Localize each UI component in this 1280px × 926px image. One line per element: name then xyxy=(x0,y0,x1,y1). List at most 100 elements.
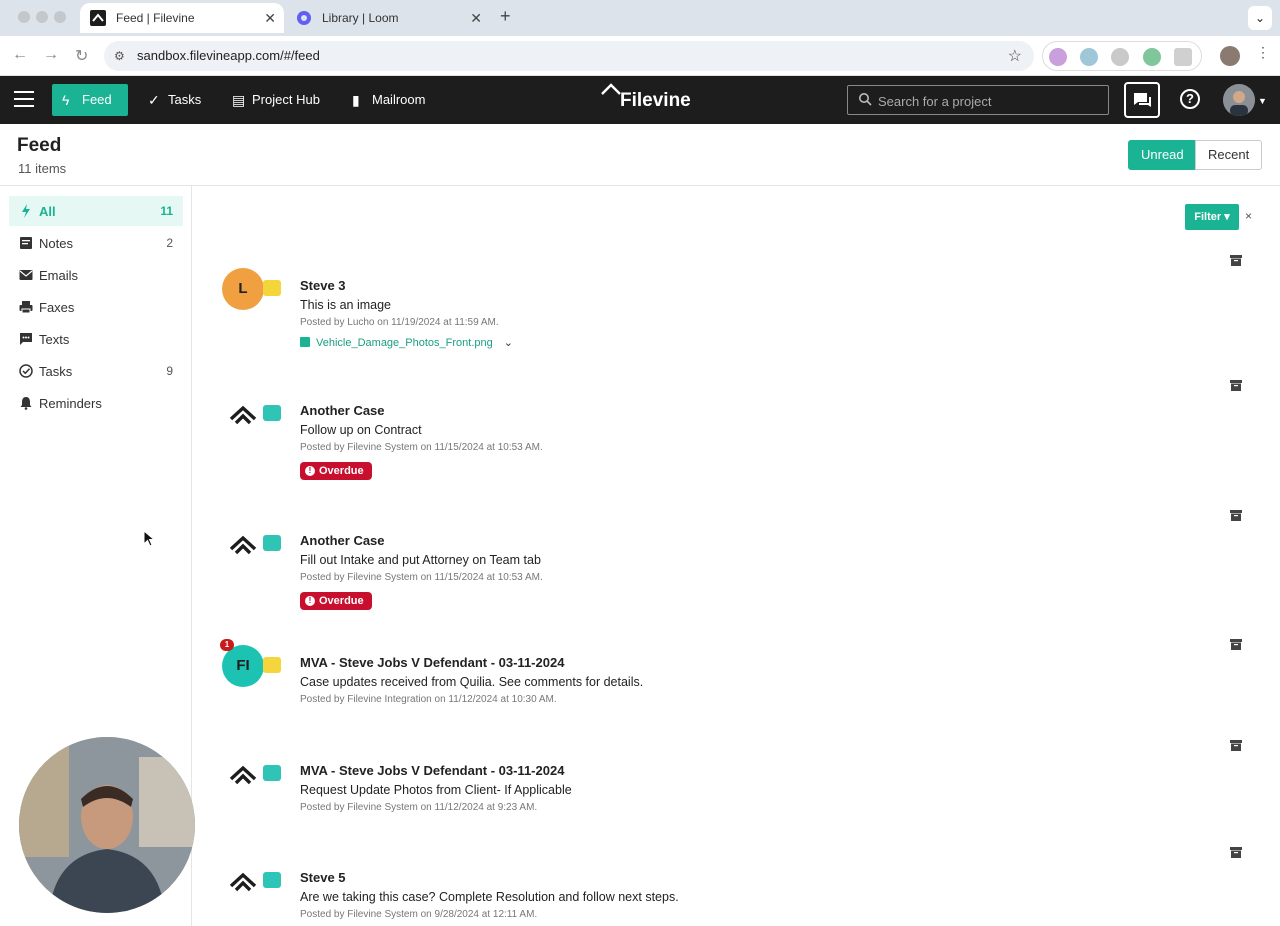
check-circle-icon xyxy=(19,364,33,378)
overdue-label: Overdue xyxy=(319,465,364,477)
sidebar-item-label: Notes xyxy=(39,236,73,251)
archive-icon[interactable] xyxy=(1230,639,1242,650)
tab-feed-filevine[interactable]: Feed | Filevine ✕ xyxy=(80,3,284,33)
extension-icon[interactable] xyxy=(1049,48,1067,66)
sidebar-item-all[interactable]: All 11 xyxy=(9,196,183,226)
forward-arrow-icon[interactable]: → xyxy=(43,46,59,64)
feed-item-title[interactable]: Steve 5 xyxy=(300,870,346,885)
archive-icon[interactable] xyxy=(1230,380,1242,391)
browser-address-bar: ← → ↻ ⚙ sandbox.filevineapp.com/#/feed ☆… xyxy=(0,36,1280,76)
nav-feed[interactable]: ϟ Feed xyxy=(52,84,128,116)
feed-item-title[interactable]: Another Case xyxy=(300,533,385,548)
feed-item-body: Case updates received from Quilia. See c… xyxy=(300,675,644,689)
sidebar-item-texts[interactable]: Texts xyxy=(9,324,183,354)
site-settings-icon[interactable]: ⚙ xyxy=(114,49,125,63)
close-icon[interactable]: ✕ xyxy=(470,3,482,33)
window-close-dot[interactable] xyxy=(18,11,30,23)
browser-tab-bar: Feed | Filevine ✕ Library | Loom ✕ + ⌄ xyxy=(0,0,1280,36)
filter-button[interactable]: Filter ▾ xyxy=(1185,204,1239,230)
feed-item-title[interactable]: Steve 3 xyxy=(300,278,346,293)
sidebar-item-reminders[interactable]: Reminders xyxy=(9,388,183,418)
archive-icon[interactable] xyxy=(1230,847,1242,858)
feed-item-meta: Posted by Filevine System on 11/15/2024 … xyxy=(300,572,543,583)
bolt-icon xyxy=(22,204,30,218)
nav-mailroom-label: Mailroom xyxy=(372,92,426,107)
unread-toggle-button[interactable]: Unread xyxy=(1128,140,1197,170)
project-search[interactable] xyxy=(847,85,1109,115)
mailbox-icon: ▮ xyxy=(352,92,360,108)
window-minimize-dot[interactable] xyxy=(36,11,48,23)
close-icon[interactable]: ✕ xyxy=(264,3,276,33)
filevine-logo-avatar-icon xyxy=(222,860,264,902)
archive-icon[interactable] xyxy=(1230,510,1242,521)
feed-item-meta: Posted by Filevine System on 11/12/2024 … xyxy=(300,802,538,813)
hamburger-menu-icon[interactable] xyxy=(14,91,34,109)
sidebar-item-count: 11 xyxy=(160,204,173,218)
feed-item-body: Request Update Photos from Client- If Ap… xyxy=(300,783,572,797)
browser-profile-avatar[interactable] xyxy=(1220,46,1240,66)
search-icon xyxy=(859,93,872,106)
sidebar-item-label: Emails xyxy=(39,268,79,283)
sidebar-item-label: Tasks xyxy=(39,364,73,379)
sidebar-item-tasks[interactable]: Tasks 9 xyxy=(9,356,183,386)
nav-tasks[interactable]: ✓ Tasks xyxy=(138,84,213,116)
chat-button[interactable] xyxy=(1124,82,1160,118)
browser-menu-icon[interactable]: ⋮ xyxy=(1256,44,1270,61)
sidebar-item-notes[interactable]: Notes 2 xyxy=(9,228,183,258)
brand-name: Filevine xyxy=(620,90,691,111)
feed-item-meta: Posted by Filevine System on 11/15/2024 … xyxy=(300,442,543,453)
new-tab-plus-icon[interactable]: + xyxy=(500,6,511,27)
sidebar-item-count: 2 xyxy=(166,236,173,250)
chevron-down-icon[interactable]: ⌄ xyxy=(504,337,513,349)
filevine-logo-avatar-icon xyxy=(222,753,264,795)
sidebar-item-label: All xyxy=(39,204,56,219)
text-message-icon xyxy=(20,333,32,345)
archive-icon[interactable] xyxy=(1230,740,1242,751)
note-type-icon xyxy=(263,657,281,673)
extension-icon[interactable] xyxy=(1143,48,1161,66)
alert-icon: ! xyxy=(305,596,315,606)
unread-count-badge: 1 xyxy=(220,639,234,651)
tab-title: Library | Loom xyxy=(322,11,399,25)
url-omnibox[interactable]: ⚙ sandbox.filevineapp.com/#/feed ☆ xyxy=(104,41,1034,71)
reload-icon[interactable]: ↻ xyxy=(75,46,88,66)
tab-search-chevron-icon[interactable]: ⌄ xyxy=(1248,6,1272,30)
feed-item-title[interactable]: MVA - Steve Jobs V Defendant - 03-11-202… xyxy=(300,655,564,670)
bolt-icon: ϟ xyxy=(62,92,70,108)
recent-toggle-button[interactable]: Recent xyxy=(1195,140,1263,170)
overdue-badge: ! Overdue xyxy=(300,462,372,480)
tab-library-loom[interactable]: Library | Loom ✕ xyxy=(286,3,490,33)
sidebar-item-label: Faxes xyxy=(39,300,75,315)
url-text[interactable]: sandbox.filevineapp.com/#/feed xyxy=(137,48,320,63)
sidebar-item-faxes[interactable]: Faxes xyxy=(9,292,183,322)
printer-icon xyxy=(19,301,33,314)
search-input[interactable] xyxy=(878,91,1098,111)
loom-favicon-icon xyxy=(297,11,311,25)
feed-item-title[interactable]: MVA - Steve Jobs V Defendant - 03-11-202… xyxy=(300,763,564,778)
window-zoom-dot[interactable] xyxy=(54,11,66,23)
back-arrow-icon[interactable]: ← xyxy=(12,46,28,64)
sidebar-item-emails[interactable]: Emails xyxy=(9,260,183,290)
attachment-filename[interactable]: Vehicle_Damage_Photos_Front.png xyxy=(316,337,493,349)
clear-filter-icon[interactable]: × xyxy=(1245,209,1252,223)
nav-project-hub[interactable]: ▤ Project Hub xyxy=(222,84,332,116)
feed-item-meta: Posted by Lucho on 11/19/2024 at 11:59 A… xyxy=(300,317,499,328)
check-circle-icon: ✓ xyxy=(148,92,160,108)
feed-item-meta: Posted by Filevine Integration on 11/12/… xyxy=(300,694,557,705)
feed-item-title[interactable]: Another Case xyxy=(300,403,385,418)
filevine-logo-avatar-icon xyxy=(222,393,264,435)
chat-bubble-icon xyxy=(1134,93,1151,107)
chevron-down-icon[interactable]: ▼ xyxy=(1258,96,1267,106)
extension-icon[interactable] xyxy=(1111,48,1129,66)
help-icon[interactable]: ? xyxy=(1180,89,1200,109)
puzzle-extensions-icon[interactable] xyxy=(1174,48,1192,66)
archive-icon[interactable] xyxy=(1230,255,1242,266)
attachment-link[interactable]: Vehicle_Damage_Photos_Front.png ⌄ xyxy=(300,336,513,349)
nav-feed-label: Feed xyxy=(82,92,112,107)
extension-icon[interactable] xyxy=(1080,48,1098,66)
feed-item-body: Fill out Intake and put Attorney on Team… xyxy=(300,553,541,567)
nav-mailroom[interactable]: ▮ Mailroom xyxy=(342,84,437,116)
bookmark-star-icon[interactable]: ☆ xyxy=(1008,46,1022,66)
avatar[interactable] xyxy=(1223,84,1255,116)
bell-icon xyxy=(20,397,32,410)
